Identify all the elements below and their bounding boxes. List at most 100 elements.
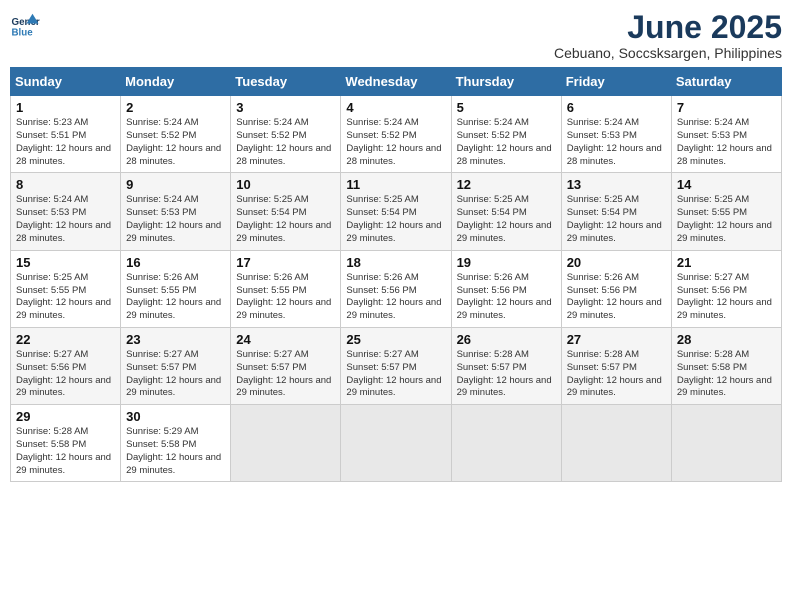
day-info: Sunrise: 5:28 AMSunset: 5:57 PMDaylight:…	[457, 349, 556, 400]
header-row: Sunday Monday Tuesday Wednesday Thursday…	[11, 68, 782, 96]
calendar-cell: 4Sunrise: 5:24 AMSunset: 5:52 PMDaylight…	[341, 96, 451, 173]
month-title: June 2025	[554, 10, 782, 45]
day-info: Sunrise: 5:27 AMSunset: 5:56 PMDaylight:…	[677, 272, 776, 323]
day-number: 11	[346, 177, 445, 192]
calendar-cell	[671, 405, 781, 482]
day-info: Sunrise: 5:27 AMSunset: 5:56 PMDaylight:…	[16, 349, 115, 400]
day-number: 17	[236, 255, 335, 270]
calendar-cell: 13 Sunrise: 5:25 AMSunset: 5:54 PMDayligh…	[561, 173, 671, 250]
header-thursday: Thursday	[451, 68, 561, 96]
calendar-cell: 6 Sunrise: 5:24 AMSunset: 5:53 PMDaylight…	[561, 96, 671, 173]
header: General Blue June 2025 Cebuano, Soccsksa…	[10, 10, 782, 61]
day-info: Sunrise: 5:25 AMSunset: 5:54 PMDaylight:…	[567, 194, 666, 245]
day-number: 28	[677, 332, 776, 347]
day-info: Sunrise: 5:24 AMSunset: 5:53 PMDaylight:…	[567, 117, 666, 168]
calendar-cell: 11 Sunrise: 5:25 AMSunset: 5:54 PMDayligh…	[341, 173, 451, 250]
calendar-cell: 12Sunrise: 5:25 AMSunset: 5:54 PMDayligh…	[451, 173, 561, 250]
day-number: 15	[16, 255, 115, 270]
day-info: Sunrise: 5:25 AMSunset: 5:54 PMDaylight:…	[346, 194, 445, 245]
calendar-cell: 22 Sunrise: 5:27 AMSunset: 5:56 PMDayligh…	[11, 327, 121, 404]
day-info: Sunrise: 5:25 AMSunset: 5:54 PMDaylight:…	[236, 194, 335, 245]
day-info: Sunrise: 5:24 AMSunset: 5:52 PMDaylight:…	[126, 117, 225, 168]
calendar-cell: 21 Sunrise: 5:27 AMSunset: 5:56 PMDayligh…	[671, 250, 781, 327]
calendar-cell: 1 Sunrise: 5:23 AMSunset: 5:51 PMDaylight…	[11, 96, 121, 173]
day-number: 8	[16, 177, 115, 192]
calendar-cell: 26 Sunrise: 5:28 AMSunset: 5:57 PMDayligh…	[451, 327, 561, 404]
day-number: 5	[457, 100, 556, 115]
day-info: Sunrise: 5:24 AMSunset: 5:52 PMDaylight:…	[457, 117, 556, 168]
day-info: Sunrise: 5:28 AMSunset: 5:57 PMDaylight:…	[567, 349, 666, 400]
calendar-cell	[451, 405, 561, 482]
header-tuesday: Tuesday	[231, 68, 341, 96]
day-number: 27	[567, 332, 666, 347]
calendar-cell: 29 Sunrise: 5:28 AMSunset: 5:58 PMDayligh…	[11, 405, 121, 482]
day-info: Sunrise: 5:23 AMSunset: 5:51 PMDaylight:…	[16, 117, 115, 168]
day-info: Sunrise: 5:26 AMSunset: 5:56 PMDaylight:…	[457, 272, 556, 323]
day-info: Sunrise: 5:25 AMSunset: 5:55 PMDaylight:…	[677, 194, 776, 245]
location-title: Cebuano, Soccsksargen, Philippines	[554, 45, 782, 61]
header-wednesday: Wednesday	[341, 68, 451, 96]
header-sunday: Sunday	[11, 68, 121, 96]
calendar-week-4: 22 Sunrise: 5:27 AMSunset: 5:56 PMDayligh…	[11, 327, 782, 404]
header-saturday: Saturday	[671, 68, 781, 96]
day-info: Sunrise: 5:26 AMSunset: 5:55 PMDaylight:…	[126, 272, 225, 323]
calendar-cell: 17 Sunrise: 5:26 AMSunset: 5:55 PMDayligh…	[231, 250, 341, 327]
calendar-cell: 15 Sunrise: 5:25 AMSunset: 5:55 PMDayligh…	[11, 250, 121, 327]
day-info: Sunrise: 5:27 AMSunset: 5:57 PMDaylight:…	[346, 349, 445, 400]
day-number: 26	[457, 332, 556, 347]
svg-text:Blue: Blue	[12, 28, 34, 39]
day-number: 21	[677, 255, 776, 270]
day-number: 22	[16, 332, 115, 347]
calendar-cell: 16 Sunrise: 5:26 AMSunset: 5:55 PMDayligh…	[121, 250, 231, 327]
day-info: Sunrise: 5:24 AMSunset: 5:53 PMDaylight:…	[126, 194, 225, 245]
calendar-week-2: 8 Sunrise: 5:24 AMSunset: 5:53 PMDaylight…	[11, 173, 782, 250]
calendar-cell: 10 Sunrise: 5:25 AMSunset: 5:54 PMDayligh…	[231, 173, 341, 250]
calendar-cell: 5 Sunrise: 5:24 AMSunset: 5:52 PMDaylight…	[451, 96, 561, 173]
calendar-week-1: 1 Sunrise: 5:23 AMSunset: 5:51 PMDaylight…	[11, 96, 782, 173]
day-info: Sunrise: 5:28 AMSunset: 5:58 PMDaylight:…	[16, 426, 115, 477]
day-number: 1	[16, 100, 115, 115]
header-friday: Friday	[561, 68, 671, 96]
calendar-cell: 23 Sunrise: 5:27 AMSunset: 5:57 PMDayligh…	[121, 327, 231, 404]
day-number: 29	[16, 409, 115, 424]
day-number: 23	[126, 332, 225, 347]
day-info: Sunrise: 5:26 AMSunset: 5:55 PMDaylight:…	[236, 272, 335, 323]
day-number: 10	[236, 177, 335, 192]
day-number: 9	[126, 177, 225, 192]
day-info: Sunrise: 5:26 AMSunset: 5:56 PMDaylight:…	[346, 272, 445, 323]
calendar-week-3: 15 Sunrise: 5:25 AMSunset: 5:55 PMDayligh…	[11, 250, 782, 327]
day-number: 6	[567, 100, 666, 115]
day-info: Sunrise: 5:29 AMSunset: 5:58 PMDaylight:…	[126, 426, 225, 477]
calendar-cell: 25Sunrise: 5:27 AMSunset: 5:57 PMDayligh…	[341, 327, 451, 404]
day-number: 14	[677, 177, 776, 192]
calendar-cell	[561, 405, 671, 482]
calendar-week-5: 29 Sunrise: 5:28 AMSunset: 5:58 PMDayligh…	[11, 405, 782, 482]
header-monday: Monday	[121, 68, 231, 96]
calendar-cell: 9 Sunrise: 5:24 AMSunset: 5:53 PMDaylight…	[121, 173, 231, 250]
calendar-cell: 8Sunrise: 5:24 AMSunset: 5:53 PMDaylight…	[11, 173, 121, 250]
day-number: 12	[457, 177, 556, 192]
day-info: Sunrise: 5:24 AMSunset: 5:52 PMDaylight:…	[236, 117, 335, 168]
day-number: 7	[677, 100, 776, 115]
calendar-cell: 3Sunrise: 5:24 AMSunset: 5:52 PMDaylight…	[231, 96, 341, 173]
calendar-cell: 20Sunrise: 5:26 AMSunset: 5:56 PMDayligh…	[561, 250, 671, 327]
logo: General Blue	[10, 10, 42, 40]
calendar-cell: 24Sunrise: 5:27 AMSunset: 5:57 PMDayligh…	[231, 327, 341, 404]
day-info: Sunrise: 5:25 AMSunset: 5:55 PMDaylight:…	[16, 272, 115, 323]
day-number: 13	[567, 177, 666, 192]
day-number: 2	[126, 100, 225, 115]
day-info: Sunrise: 5:27 AMSunset: 5:57 PMDaylight:…	[126, 349, 225, 400]
day-number: 30	[126, 409, 225, 424]
page-container: General Blue June 2025 Cebuano, Soccsksa…	[10, 10, 782, 482]
day-info: Sunrise: 5:24 AMSunset: 5:52 PMDaylight:…	[346, 117, 445, 168]
calendar-body: 1 Sunrise: 5:23 AMSunset: 5:51 PMDaylight…	[11, 96, 782, 482]
day-number: 16	[126, 255, 225, 270]
calendar-cell: 19Sunrise: 5:26 AMSunset: 5:56 PMDayligh…	[451, 250, 561, 327]
calendar-cell: 2 Sunrise: 5:24 AMSunset: 5:52 PMDaylight…	[121, 96, 231, 173]
logo-icon: General Blue	[10, 10, 40, 40]
calendar-cell: 18 Sunrise: 5:26 AMSunset: 5:56 PMDayligh…	[341, 250, 451, 327]
calendar-cell: 30 Sunrise: 5:29 AMSunset: 5:58 PMDayligh…	[121, 405, 231, 482]
day-info: Sunrise: 5:24 AMSunset: 5:53 PMDaylight:…	[677, 117, 776, 168]
day-number: 18	[346, 255, 445, 270]
day-info: Sunrise: 5:27 AMSunset: 5:57 PMDaylight:…	[236, 349, 335, 400]
